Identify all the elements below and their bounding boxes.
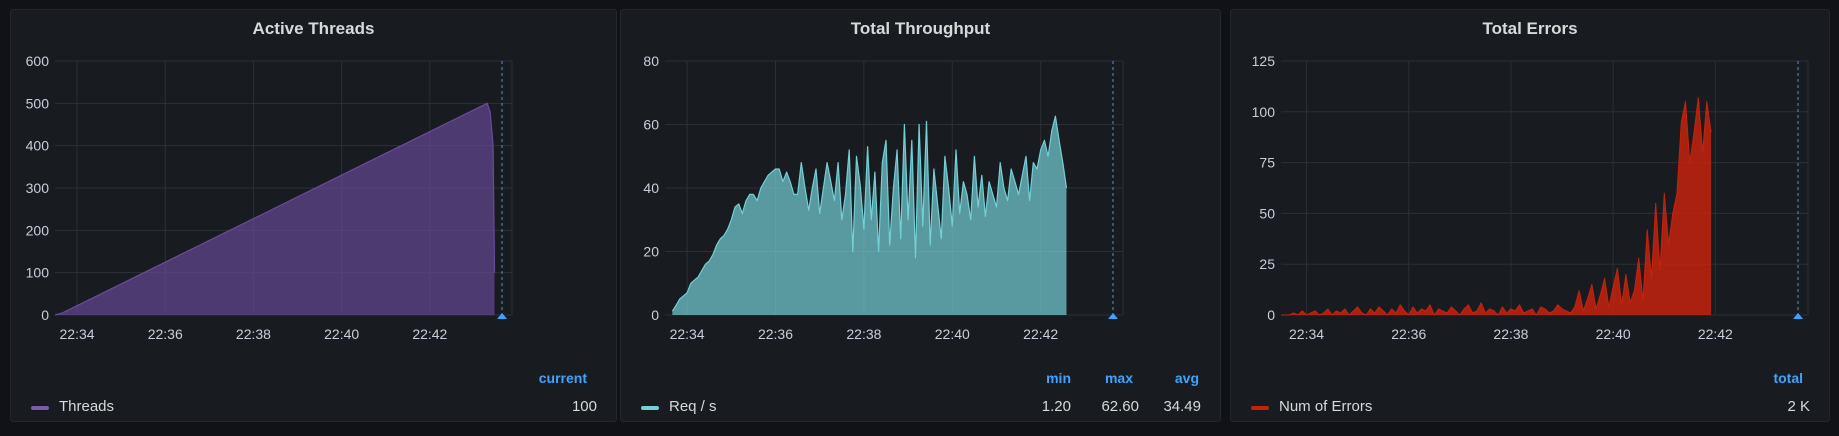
x-tick-label: 22:38 (846, 326, 881, 342)
x-tick-label: 22:36 (1391, 326, 1426, 342)
x-tick-label: 22:42 (1698, 326, 1733, 342)
y-tick-label: 75 (1259, 155, 1275, 171)
series-area[interactable] (672, 116, 1067, 315)
x-tick-label: 22:40 (1596, 326, 1631, 342)
y-tick-label: 0 (651, 307, 659, 323)
legend-header-avg[interactable]: avg (1175, 370, 1199, 386)
x-tick-label: 22:34 (670, 326, 705, 342)
x-tick-label: 22:34 (60, 326, 95, 342)
series-area[interactable] (1281, 97, 1712, 315)
legend-value-total: 2 K (1787, 398, 1810, 415)
grid (1281, 60, 1809, 316)
legend-value-avg: 34.49 (1163, 398, 1201, 415)
series-area[interactable] (55, 103, 495, 315)
y-tick-label: 200 (26, 222, 50, 238)
x-tick-label: 22:36 (148, 326, 183, 342)
annotation-marker-icon[interactable] (1793, 313, 1803, 319)
y-tick-label: 0 (1267, 307, 1275, 323)
y-tick-label: 400 (26, 138, 50, 154)
legend-color-swatch (641, 406, 659, 410)
legend-header-min[interactable]: min (1046, 370, 1071, 386)
x-tick-label: 22:40 (935, 326, 970, 342)
y-tick-label: 20 (643, 244, 659, 260)
legend-row[interactable]: Req / s 1.20 62.60 34.49 (621, 398, 1220, 418)
x-tick-label: 22:38 (1493, 326, 1528, 342)
y-tick-label: 50 (1259, 205, 1275, 221)
y-tick-label: 60 (643, 117, 659, 133)
total-throughput-panel: Total Throughput 0 20 40 60 80 22:34 22:36 22:3… (620, 9, 1221, 422)
x-tick-label: 22:40 (324, 326, 359, 342)
legend-color-swatch (1251, 406, 1269, 410)
active-threads-chart[interactable]: 0 100 200 300 400 500 600 22:34 22:36 22:38 22:40 2… (11, 10, 618, 355)
total-errors-panel: Total Errors 0 25 50 75 100 125 22:34 22:36 22:3… (1230, 9, 1830, 422)
y-tick-label: 500 (26, 95, 50, 111)
legend-header-current[interactable]: current (539, 370, 587, 386)
y-tick-label: 25 (1259, 256, 1275, 272)
total-errors-chart[interactable]: 0 25 50 75 100 125 22:34 22:36 22:38 22:40 22:42 (1231, 10, 1831, 355)
legend-value-current: 100 (571, 398, 597, 415)
legend-color-swatch (31, 406, 49, 410)
legend-series-name: Threads (59, 398, 115, 415)
legend-row[interactable]: Threads 100 (11, 398, 616, 418)
active-threads-panel: Active Threads 0 100 200 300 400 500 600 22:34 2… (10, 9, 617, 422)
annotation-marker-icon[interactable] (1108, 313, 1118, 319)
annotation-marker-icon[interactable] (497, 313, 507, 319)
legend-value-max: 62.60 (1101, 398, 1139, 415)
y-tick-label: 40 (643, 180, 659, 196)
y-tick-label: 0 (41, 307, 49, 323)
legend-series-name: Num of Errors (1279, 398, 1373, 415)
x-tick-label: 22:36 (758, 326, 793, 342)
legend-row[interactable]: Num of Errors 2 K (1231, 398, 1829, 418)
x-tick-label: 22:38 (236, 326, 271, 342)
y-tick-label: 100 (1252, 104, 1276, 120)
y-tick-label: 300 (26, 180, 50, 196)
x-tick-label: 22:42 (412, 326, 447, 342)
legend-series-name: Req / s (669, 398, 717, 415)
legend-value-min: 1.20 (1041, 398, 1071, 415)
legend-header-max[interactable]: max (1105, 370, 1133, 386)
x-tick-label: 22:34 (1289, 326, 1324, 342)
total-throughput-chart[interactable]: 0 20 40 60 80 22:34 22:36 22:38 22:40 22:42 (621, 10, 1222, 355)
x-tick-label: 22:42 (1023, 326, 1058, 342)
legend-header-total[interactable]: total (1773, 370, 1803, 386)
y-tick-label: 600 (26, 53, 50, 69)
y-tick-label: 80 (643, 53, 659, 69)
y-tick-label: 100 (26, 265, 50, 281)
y-tick-label: 125 (1252, 53, 1276, 69)
